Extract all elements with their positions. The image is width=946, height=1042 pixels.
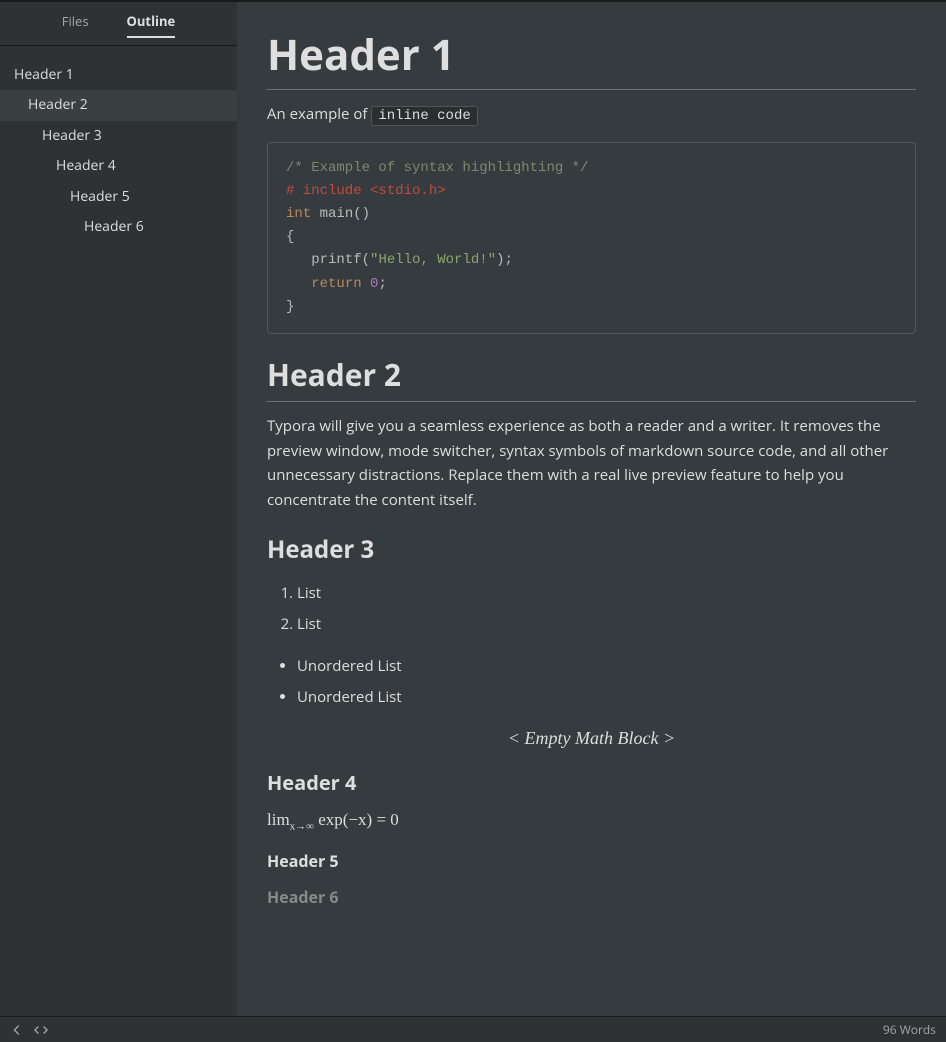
- status-bar: 96 Words: [0, 1016, 946, 1042]
- source-mode-icon[interactable]: [34, 1023, 48, 1037]
- editor-content[interactable]: Header 1 An example of inline code /* Ex…: [237, 0, 946, 1016]
- tab-files[interactable]: Files: [62, 12, 89, 38]
- sidebar: Files Outline Header 1 Header 2 Header 3…: [0, 0, 237, 1016]
- unordered-list[interactable]: Unordered List Unordered List: [267, 651, 916, 714]
- code-func-name: main: [320, 206, 354, 222]
- status-left: [10, 1023, 48, 1037]
- heading-4[interactable]: Header 4: [267, 769, 916, 796]
- math-block-empty[interactable]: < Empty Math Block >: [267, 728, 916, 749]
- inline-code[interactable]: inline code: [371, 106, 477, 126]
- code-comment: /* Example of syntax highlighting */: [286, 160, 588, 176]
- main-area: Files Outline Header 1 Header 2 Header 3…: [0, 0, 946, 1016]
- word-count[interactable]: 96 Words: [883, 1021, 936, 1038]
- list-item[interactable]: List: [297, 609, 916, 641]
- text-run: An example of: [267, 104, 371, 124]
- paragraph-inline-code[interactable]: An example of inline code: [267, 102, 916, 128]
- heading-1[interactable]: Header 1: [267, 26, 916, 90]
- list-item[interactable]: List: [297, 578, 916, 610]
- code-brace: {: [286, 229, 294, 245]
- code-preproc: # include <stdio.h>: [286, 183, 446, 199]
- sidebar-tabs: Files Outline: [0, 2, 237, 46]
- paragraph[interactable]: Typora will give you a seamless experien…: [267, 414, 916, 513]
- math-lim: lim: [267, 810, 290, 829]
- list-item[interactable]: Unordered List: [297, 682, 916, 714]
- math-sub: x→∞: [290, 820, 314, 832]
- heading-2[interactable]: Header 2: [267, 354, 916, 402]
- outline-item-h2[interactable]: Header 2: [0, 90, 237, 120]
- code-type: int: [286, 206, 311, 222]
- code-punct: (): [353, 206, 370, 222]
- ordered-list[interactable]: List List: [267, 578, 916, 641]
- outline-list: Header 1 Header 2 Header 3 Header 4 Head…: [0, 46, 237, 242]
- tab-outline[interactable]: Outline: [127, 12, 176, 38]
- math-block[interactable]: limx→∞ exp(−x) = 0: [267, 810, 916, 832]
- math-expr: exp(−x) = 0: [314, 810, 399, 829]
- outline-item-h5[interactable]: Header 5: [0, 182, 237, 212]
- code-semi: ;: [378, 276, 386, 292]
- outline-item-h3[interactable]: Header 3: [0, 121, 237, 151]
- outline-item-h4[interactable]: Header 4: [0, 151, 237, 181]
- outline-item-h6[interactable]: Header 6: [0, 212, 237, 242]
- code-call: printf: [311, 252, 361, 268]
- code-string: "Hello, World!": [370, 252, 496, 268]
- heading-5[interactable]: Header 5: [267, 850, 916, 872]
- code-punct: );: [496, 252, 513, 268]
- outline-item-h1[interactable]: Header 1: [0, 60, 237, 90]
- code-paren: (: [362, 252, 370, 268]
- code-keyword: return: [311, 276, 361, 292]
- list-item[interactable]: Unordered List: [297, 651, 916, 683]
- code-brace: }: [286, 299, 294, 315]
- code-block[interactable]: /* Example of syntax highlighting */ # i…: [267, 142, 916, 334]
- heading-6[interactable]: Header 6: [267, 886, 916, 908]
- heading-3[interactable]: Header 3: [267, 533, 916, 566]
- toggle-sidebar-icon[interactable]: [10, 1023, 24, 1037]
